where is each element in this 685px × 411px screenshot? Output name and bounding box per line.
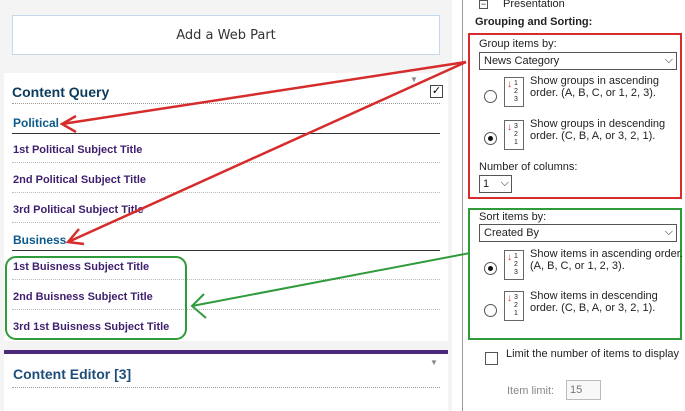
red-arrow-business — [67, 60, 467, 244]
green-callout-outline — [5, 256, 187, 340]
green-arrow — [191, 252, 471, 307]
green-annotation — [5, 252, 471, 340]
red-arrows — [59, 60, 467, 246]
annotation-overlay — [5, 60, 471, 340]
red-arrow-political — [61, 60, 467, 126]
